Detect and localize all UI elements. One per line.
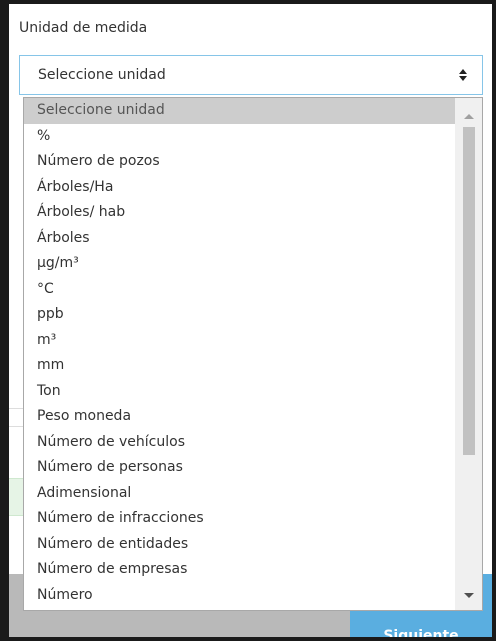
- dropdown-option[interactable]: Número: [24, 583, 456, 609]
- dropdown-option[interactable]: Número de infracciones: [24, 506, 456, 532]
- select-updown-icon: [458, 67, 468, 83]
- unit-dropdown-list[interactable]: Seleccione unidad% Número de pozos Árboles…: [23, 97, 483, 611]
- dropdown-option[interactable]: mm: [24, 353, 456, 379]
- dropdown-option[interactable]: Número de personas: [24, 455, 456, 481]
- dropdown-option[interactable]: ppb: [24, 302, 456, 328]
- dropdown-option[interactable]: Árboles/ hab: [24, 200, 456, 226]
- unit-field-label: Unidad de medida: [19, 20, 148, 36]
- dropdown-option[interactable]: Árboles: [24, 226, 456, 252]
- dropdown-option[interactable]: Peso moneda: [24, 404, 456, 430]
- background-success-panel: [9, 478, 23, 516]
- scroll-up-arrow-icon[interactable]: [464, 114, 474, 119]
- dropdown-option[interactable]: Árboles/Ha: [24, 175, 456, 201]
- dropdown-option[interactable]: Número de pozos: [24, 149, 456, 175]
- background-divider: [9, 408, 23, 409]
- option-list: Seleccione unidad% Número de pozos Árboles…: [24, 98, 456, 608]
- dropdown-option[interactable]: Ton: [24, 379, 456, 405]
- unit-select-value: Seleccione unidad: [38, 67, 166, 83]
- dropdown-option[interactable]: Adimensional: [24, 481, 456, 507]
- dropdown-option[interactable]: %: [24, 124, 456, 150]
- dropdown-option[interactable]: °C: [24, 277, 456, 303]
- dropdown-option[interactable]: Número de empresas: [24, 557, 456, 583]
- dropdown-option[interactable]: Número de vehículos: [24, 430, 456, 456]
- scroll-down-arrow-icon[interactable]: [464, 593, 474, 598]
- dropdown-option[interactable]: Seleccione unidad: [24, 98, 456, 124]
- unit-select[interactable]: Seleccione unidad: [19, 55, 483, 95]
- background-divider: [9, 426, 23, 427]
- dropdown-option[interactable]: m³: [24, 328, 456, 354]
- dropdown-option[interactable]: µg/m³: [24, 251, 456, 277]
- next-button-label: Siguiente: [383, 628, 459, 637]
- dropdown-scrollbar[interactable]: [455, 98, 482, 610]
- scrollbar-thumb[interactable]: [463, 127, 475, 455]
- dropdown-option[interactable]: Número de entidades: [24, 532, 456, 558]
